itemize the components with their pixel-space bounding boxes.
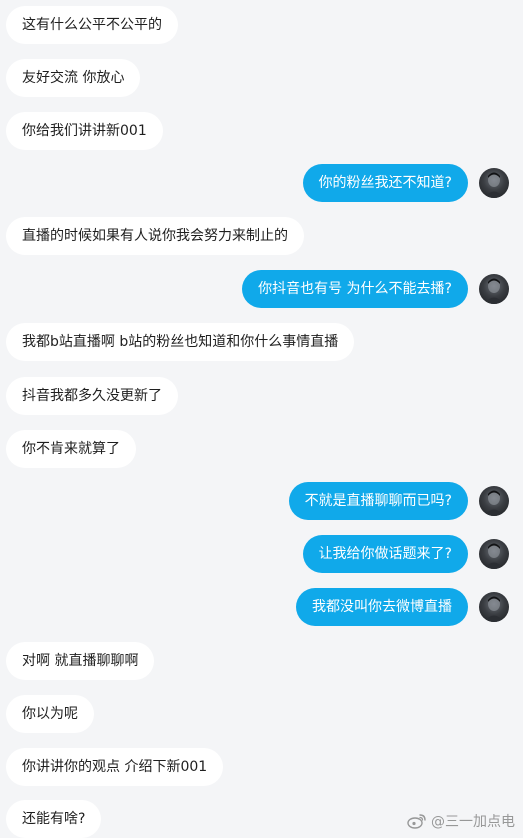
message-bubble-outgoing[interactable]: 我都没叫你去微博直播: [296, 588, 468, 626]
message-row-incoming: 你给我们讲讲新001: [0, 112, 523, 150]
message-row-incoming: 友好交流 你放心: [0, 59, 523, 97]
message-row-incoming: 你讲讲你的观点 介绍下新001: [0, 748, 523, 786]
message-row-outgoing: 不就是直播聊聊而已吗?: [0, 482, 523, 520]
message-bubble-incoming[interactable]: 你讲讲你的观点 介绍下新001: [6, 748, 224, 786]
avatar-portrait-icon: [484, 543, 504, 569]
message-bubble-outgoing[interactable]: 你的粉丝我还不知道?: [302, 164, 468, 202]
message-bubble-outgoing[interactable]: 你抖音也有号 为什么不能去播?: [242, 270, 468, 308]
message-row-incoming: 抖音我都多久没更新了: [0, 377, 523, 415]
user-avatar[interactable]: [479, 274, 509, 304]
message-bubble-incoming[interactable]: 抖音我都多久没更新了: [6, 377, 178, 415]
avatar-portrait-icon: [484, 278, 504, 304]
weibo-icon: [407, 814, 426, 829]
message-bubble-outgoing[interactable]: 不就是直播聊聊而已吗?: [288, 482, 468, 520]
chat-thread: 这有什么公平不公平的 友好交流 你放心 你给我们讲讲新001 你的粉丝我还不知道…: [0, 0, 523, 838]
message-row-incoming: 对啊 就直播聊聊啊: [0, 642, 523, 680]
avatar-portrait-icon: [484, 172, 504, 198]
message-row-incoming: 直播的时候如果有人说你我会努力来制止的: [0, 217, 523, 255]
avatar-portrait-icon: [484, 490, 504, 516]
message-bubble-incoming[interactable]: 你不肯来就算了: [6, 430, 136, 468]
message-row-incoming: 我都b站直播啊 b站的粉丝也知道和你什么事情直播: [0, 323, 523, 361]
avatar-portrait-icon: [484, 596, 504, 622]
user-avatar[interactable]: [479, 592, 509, 622]
message-bubble-outgoing[interactable]: 让我给你做话题来了?: [302, 535, 468, 573]
message-bubble-incoming[interactable]: 友好交流 你放心: [6, 59, 141, 97]
message-row-incoming: 你以为呢: [0, 695, 523, 733]
message-row-outgoing: 让我给你做话题来了?: [0, 535, 523, 573]
message-bubble-incoming[interactable]: 还能有啥?: [6, 800, 102, 838]
message-bubble-incoming[interactable]: 这有什么公平不公平的: [6, 6, 178, 44]
message-bubble-incoming[interactable]: 你以为呢: [6, 695, 94, 733]
message-row-incoming: 你不肯来就算了: [0, 430, 523, 468]
user-avatar[interactable]: [479, 168, 509, 198]
watermark: @三一加点电: [407, 811, 515, 831]
message-bubble-incoming[interactable]: 对啊 就直播聊聊啊: [6, 642, 155, 680]
message-row-incoming: 这有什么公平不公平的: [0, 6, 523, 44]
message-bubble-incoming[interactable]: 我都b站直播啊 b站的粉丝也知道和你什么事情直播: [6, 323, 355, 361]
message-row-outgoing: 我都没叫你去微博直播: [0, 588, 523, 626]
user-avatar[interactable]: [479, 486, 509, 516]
message-row-outgoing: 你抖音也有号 为什么不能去播?: [0, 270, 523, 308]
message-bubble-incoming[interactable]: 直播的时候如果有人说你我会努力来制止的: [6, 217, 304, 255]
watermark-text: @三一加点电: [431, 814, 515, 830]
message-bubble-incoming[interactable]: 你给我们讲讲新001: [6, 112, 163, 150]
message-row-outgoing: 你的粉丝我还不知道?: [0, 164, 523, 202]
user-avatar[interactable]: [479, 539, 509, 569]
